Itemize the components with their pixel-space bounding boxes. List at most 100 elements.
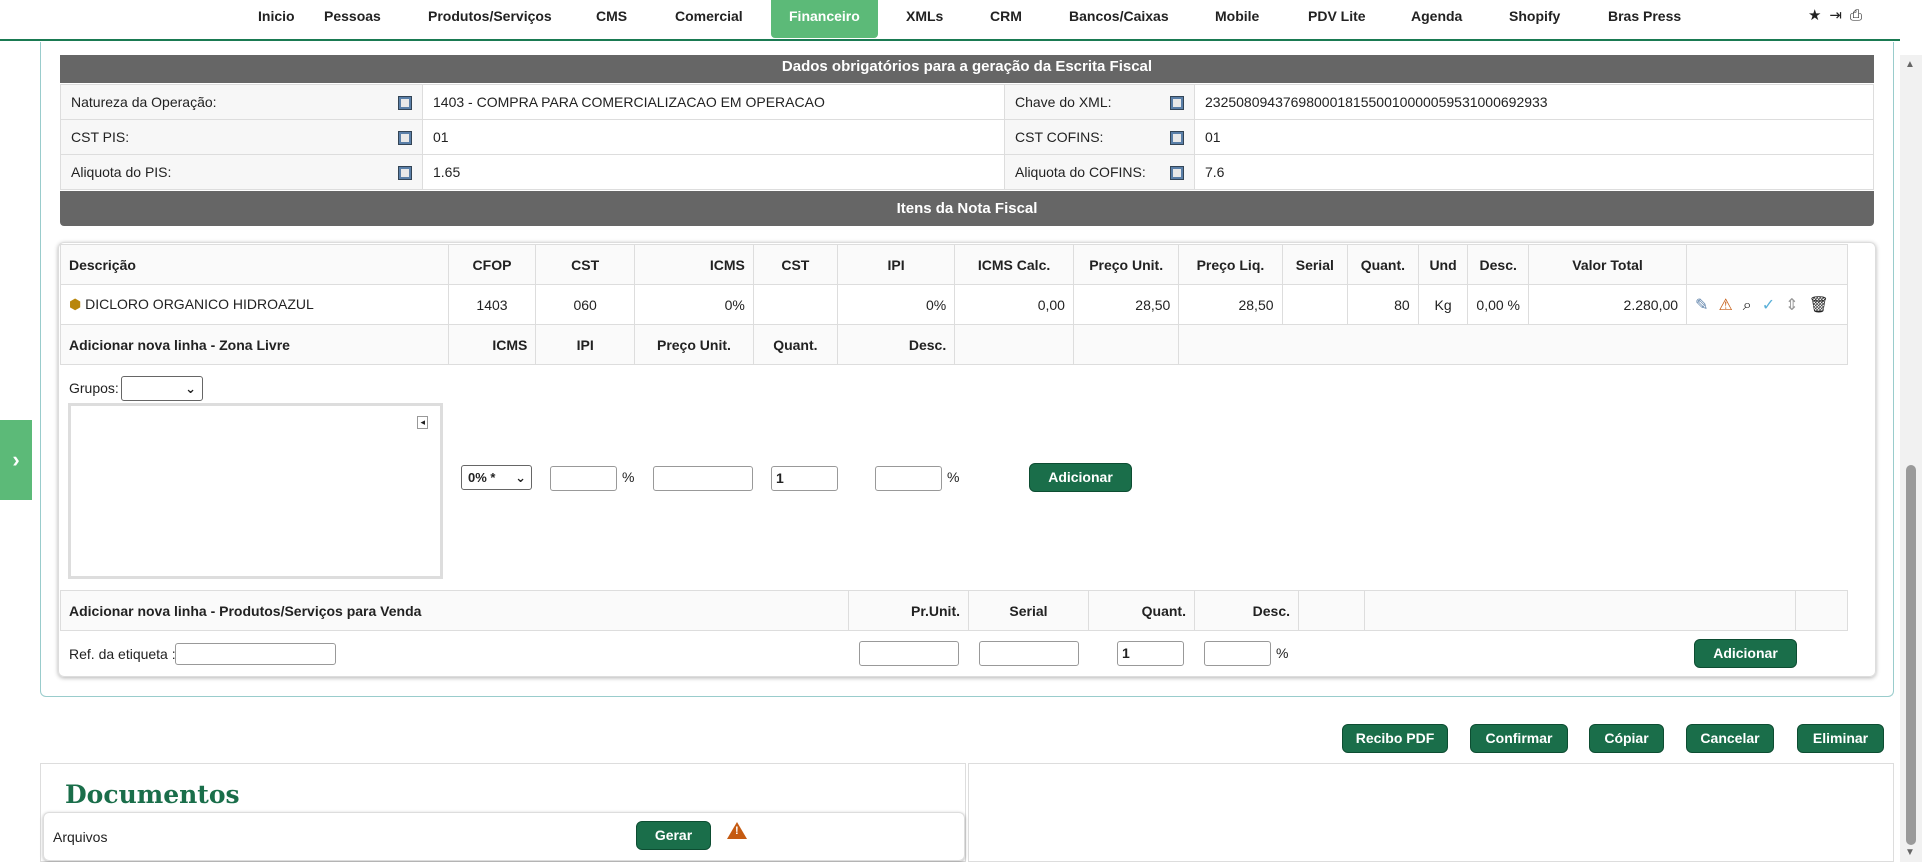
venda-col-quant: Quant. xyxy=(1088,590,1195,631)
warning-icon[interactable]: ! xyxy=(727,822,747,839)
print-icon[interactable]: ⎙ xyxy=(1850,7,1870,24)
item-serial xyxy=(1281,284,1349,325)
chave-value: 2325080943769800018155001000005953100069… xyxy=(1194,84,1874,120)
desc-pct-label: % xyxy=(947,469,960,485)
col-quant: Quant. xyxy=(1347,244,1419,285)
nav-crm[interactable]: CRM xyxy=(972,0,1040,38)
col-preco-unit: Preço Unit. xyxy=(1072,244,1180,285)
chave-label: Chave do XML: xyxy=(1015,94,1112,110)
cst-cofins-value: 01 xyxy=(1194,119,1874,155)
edit-icon[interactable] xyxy=(398,166,412,180)
logout-icon[interactable]: ⇥ xyxy=(1829,7,1850,24)
quant-input[interactable]: 1 xyxy=(771,466,838,491)
fiscal-section-title: Dados obrigatórios para a geração da Esc… xyxy=(60,55,1874,83)
edit-icon[interactable]: ✎ xyxy=(1695,297,1718,314)
cst-pis-label: CST PIS: xyxy=(71,129,130,145)
warning-icon[interactable]: ⚠ xyxy=(1718,297,1742,314)
col-und: Und xyxy=(1417,244,1469,285)
arquivos-row: Arquivos xyxy=(43,812,965,861)
item-cfop: 1403 xyxy=(447,284,537,325)
chevron-right-icon: › xyxy=(12,447,20,472)
item-desc: 0,00 % xyxy=(1467,284,1530,325)
item-valor-total: 2.280,00 xyxy=(1528,284,1688,325)
item-preco-unit: 28,50 xyxy=(1072,284,1180,325)
star-icon[interactable]: ★ xyxy=(1808,7,1829,24)
venda-pct-label: % xyxy=(1276,645,1289,661)
arquivos-label: Arquivos xyxy=(53,829,108,845)
nav-mobile[interactable]: Mobile xyxy=(1197,0,1277,38)
nav-pessoas[interactable]: Pessoas xyxy=(306,0,399,38)
edit-icon[interactable] xyxy=(398,96,412,110)
edit-icon[interactable] xyxy=(398,131,412,145)
nav-agenda[interactable]: Agenda xyxy=(1393,0,1480,38)
items-table: Descrição CFOP CST ICMS CST IPI ICMS Cal… xyxy=(60,244,1848,365)
search-icon[interactable]: ⌕ xyxy=(1743,297,1762,314)
grupos-label: Grupos: xyxy=(69,380,119,396)
venda-title: Adicionar nova linha - Produtos/Serviços… xyxy=(60,590,849,631)
item-cst: 060 xyxy=(535,284,636,325)
nav-produtos[interactable]: Produtos/Serviços xyxy=(410,0,570,38)
col-serial: Serial xyxy=(1281,244,1349,285)
item-descricao: DICLORO ORGANICO HIDROAZUL xyxy=(85,296,314,312)
edit-icon[interactable] xyxy=(1170,131,1184,145)
edit-icon[interactable] xyxy=(1170,96,1184,110)
documentos-title: Documentos xyxy=(65,780,240,809)
confirmar-button[interactable]: Confirmar xyxy=(1470,724,1568,753)
cancelar-button[interactable]: Cancelar xyxy=(1686,724,1774,753)
nav-cms[interactable]: CMS xyxy=(578,0,645,38)
col-desc: Desc. xyxy=(1467,244,1530,285)
product-icon: ⬢ xyxy=(69,296,82,312)
grupos-listbox[interactable]: ◂ xyxy=(68,403,443,579)
sort-icon[interactable]: ⇕ xyxy=(1785,297,1808,314)
scroll-thumb[interactable] xyxy=(1906,465,1916,845)
collapse-icon[interactable]: ◂ xyxy=(417,416,428,429)
edit-icon[interactable] xyxy=(1170,166,1184,180)
chevron-down-icon: ⌄ xyxy=(185,381,196,396)
recibo-pdf-button[interactable]: Recibo PDF xyxy=(1342,724,1448,753)
venda-quant-input[interactable]: 1 xyxy=(1117,641,1184,666)
grupos-select[interactable]: ⌄ xyxy=(121,376,203,401)
add-zona-button[interactable]: Adicionar xyxy=(1029,463,1132,492)
nav-financeiro[interactable]: Financeiro xyxy=(771,0,878,38)
documentos-panel: Documentos Arquivos xyxy=(40,763,966,862)
desc-input[interactable] xyxy=(875,466,942,491)
copiar-button[interactable]: Cópiar xyxy=(1589,724,1664,753)
col-icms: ICMS xyxy=(634,244,754,285)
scroll-down-icon[interactable]: ▼ xyxy=(1905,847,1915,858)
zona-col-desc: Desc. xyxy=(836,324,956,365)
gerar-button[interactable]: Gerar xyxy=(636,821,711,850)
nav-comercial[interactable]: Comercial xyxy=(657,0,761,38)
col-icms-calc: ICMS Calc. xyxy=(954,244,1074,285)
preco-unit-input[interactable] xyxy=(653,466,753,491)
nav-bras-press[interactable]: Bras Press xyxy=(1590,0,1699,38)
scroll-up-icon[interactable]: ▲ xyxy=(1905,59,1915,70)
serial-input[interactable] xyxy=(979,641,1079,666)
col-preco-liq: Preço Liq. xyxy=(1178,244,1283,285)
vertical-scrollbar[interactable]: ▲ ▼ xyxy=(1900,55,1922,862)
ref-etiqueta-label: Ref. da etiqueta : xyxy=(69,646,176,662)
chevron-down-icon: ⌄ xyxy=(515,470,526,485)
nav-inicio[interactable]: Inicio xyxy=(240,0,313,38)
trash-icon[interactable]: 🗑 xyxy=(1809,297,1839,314)
eliminar-button[interactable]: Eliminar xyxy=(1797,724,1884,753)
col-cst: CST xyxy=(535,244,636,285)
aliq-cofins-label: Aliquota do COFINS: xyxy=(1015,164,1146,180)
ipi-input[interactable] xyxy=(550,466,617,491)
nav-xmls[interactable]: XMLs xyxy=(888,0,961,38)
check-icon[interactable]: ✓ xyxy=(1762,297,1785,314)
ref-etiqueta-input[interactable] xyxy=(175,643,336,665)
add-venda-button[interactable]: Adicionar xyxy=(1694,639,1797,668)
pr-unit-input[interactable] xyxy=(859,641,959,666)
nav-pdv[interactable]: PDV Lite xyxy=(1290,0,1384,38)
cst-pis-value: 01 xyxy=(422,119,1005,155)
nav-shopify[interactable]: Shopify xyxy=(1491,0,1578,38)
venda-desc-input[interactable] xyxy=(1204,641,1271,666)
sidebar-toggle[interactable]: › xyxy=(0,420,32,500)
icms-select[interactable]: 0% * ⌄ xyxy=(461,465,532,490)
ipi-pct-label: % xyxy=(622,469,635,485)
zona-title: Adicionar nova linha - Zona Livre xyxy=(60,324,449,365)
zona-col-icms: ICMS xyxy=(447,324,537,365)
nav-bancos[interactable]: Bancos/Caixas xyxy=(1051,0,1187,38)
col-cst2: CST xyxy=(752,244,838,285)
table-row[interactable]: ⬢ DICLORO ORGANICO HIDROAZUL 1403 060 0%… xyxy=(60,284,1848,325)
